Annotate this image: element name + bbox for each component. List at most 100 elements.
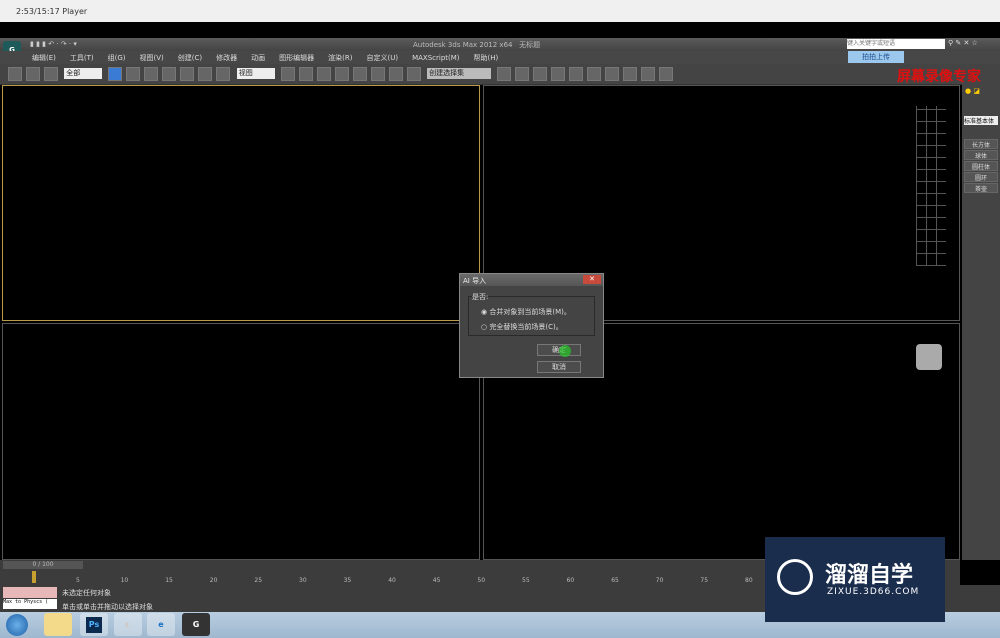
menu-animation[interactable]: 动画 xyxy=(251,53,265,63)
box-button[interactable]: 长方体 xyxy=(964,139,998,149)
cylinder-button[interactable]: 圆柱体 xyxy=(964,161,998,171)
player-title: 2:53/15:17 Player xyxy=(16,7,88,16)
scale-icon[interactable] xyxy=(216,67,231,81)
sphere-button[interactable]: 球体 xyxy=(964,150,998,160)
cursor-highlight xyxy=(559,345,571,357)
tick-label: 25 xyxy=(254,577,263,584)
infocenter-icons[interactable]: ⚲ ✎ ✕ ☆ xyxy=(948,39,978,47)
maxscript-listener[interactable] xyxy=(3,587,57,598)
menu-tools[interactable]: 工具(T) xyxy=(70,53,94,63)
viewcube-icon[interactable] xyxy=(916,344,942,370)
ai-import-dialog: AI 导入 ✕ 是否: ◉ 合并对象到当前场景(M)。 ○ 完全替换当前场景(C… xyxy=(459,273,604,378)
menu-edit[interactable]: 编辑(E) xyxy=(32,53,56,63)
torus-button[interactable]: 圆环 xyxy=(964,172,998,182)
menu-group[interactable]: 组(G) xyxy=(108,53,126,63)
tick-label: 10 xyxy=(120,577,129,584)
browser-icon[interactable]: ◐ xyxy=(114,613,142,636)
render-frame-icon[interactable] xyxy=(641,67,656,81)
select-object-icon[interactable] xyxy=(108,67,123,81)
material-editor-icon[interactable] xyxy=(605,67,620,81)
menu-rendering[interactable]: 渲染(R) xyxy=(328,53,352,63)
grid xyxy=(916,106,946,266)
time-slider[interactable]: 0 / 100 xyxy=(3,561,83,569)
schematic-icon[interactable] xyxy=(587,67,602,81)
keyboard-shortcut-icon[interactable] xyxy=(316,67,331,81)
rotate-icon[interactable] xyxy=(198,67,213,81)
menu-customize[interactable]: 自定义(U) xyxy=(366,53,398,63)
edit-named-sets-icon[interactable] xyxy=(406,67,421,81)
layer-icon[interactable] xyxy=(533,67,548,81)
menu-help[interactable]: 帮助(H) xyxy=(474,53,499,63)
frame-counter: 0 / 100 xyxy=(32,561,54,568)
curve-editor-icon[interactable] xyxy=(569,67,584,81)
tick-label: 35 xyxy=(343,577,352,584)
panel-tabs[interactable]: ● ◪ xyxy=(962,84,1000,106)
watermark-url: ZIXUE.3D66.COM xyxy=(827,587,920,597)
tick-label: 20 xyxy=(209,577,218,584)
radio-merge[interactable]: ◉ 合并对象到当前场景(M)。 xyxy=(481,307,571,317)
rect-region-icon[interactable] xyxy=(144,67,159,81)
scene-explorer-icon[interactable] xyxy=(551,67,566,81)
group-label: 是否: xyxy=(472,292,489,302)
tick-label: 70 xyxy=(655,577,664,584)
radio-replace-label: 完全替换当前场景(C)。 xyxy=(489,323,563,331)
explorer-icon[interactable] xyxy=(44,613,72,636)
menu-maxscript[interactable]: MAXScript(M) xyxy=(412,54,459,62)
radio-replace[interactable]: ○ 完全替换当前场景(C)。 xyxy=(481,322,563,332)
manipulate-icon[interactable] xyxy=(298,67,313,81)
pivot-icon[interactable] xyxy=(280,67,295,81)
percent-snap-icon[interactable] xyxy=(370,67,385,81)
move-icon[interactable] xyxy=(180,67,195,81)
tick-label: 40 xyxy=(388,577,396,584)
angle-snap-icon[interactable] xyxy=(352,67,367,81)
quick-access-icons[interactable]: ▮ ▮ ▮ ↶ · ↷ · ▾ xyxy=(30,40,77,48)
reference-coord-dropdown[interactable]: 视图 xyxy=(236,68,275,79)
unlink-icon[interactable] xyxy=(26,67,40,81)
spinner-snap-icon[interactable] xyxy=(388,67,403,81)
close-button[interactable]: ✕ xyxy=(583,275,601,284)
mirror-icon[interactable] xyxy=(497,67,512,81)
ie-icon[interactable]: e xyxy=(147,613,175,636)
tick-label: 75 xyxy=(700,577,709,584)
tick-label: 45 xyxy=(432,577,441,584)
player-title-bar: 2:53/15:17 Player xyxy=(0,0,1000,22)
render-icon[interactable] xyxy=(659,67,674,81)
menu-views[interactable]: 视图(V) xyxy=(140,53,164,63)
align-icon[interactable] xyxy=(515,67,530,81)
start-button[interactable] xyxy=(6,614,28,636)
prompt-status: 单击或单击并拖动以选择对象 xyxy=(62,603,153,611)
menu-modifiers[interactable]: 修改器 xyxy=(216,53,237,63)
document-title: 无标题 xyxy=(519,41,541,49)
time-marker[interactable] xyxy=(32,571,36,583)
viewport-left[interactable] xyxy=(2,323,480,560)
upload-button[interactable]: 拍拍上传 xyxy=(848,51,904,63)
teapot-button[interactable]: 茶壶 xyxy=(964,183,998,193)
watermark-logo: 溜溜自学 ZIXUE.3D66.COM xyxy=(765,537,945,622)
tick-label: 65 xyxy=(611,577,619,584)
snap-icon[interactable] xyxy=(334,67,349,81)
bind-space-warp-icon[interactable] xyxy=(44,67,58,81)
3dsmax-icon[interactable]: G xyxy=(182,613,210,636)
script-line[interactable]: Max to Physcs ( xyxy=(3,599,57,609)
search-input[interactable] xyxy=(847,39,945,49)
play-logo-icon xyxy=(777,559,813,595)
watermark-name: 溜溜自学 xyxy=(825,563,914,588)
named-selection-dropdown[interactable]: 创建选择集 xyxy=(427,68,492,79)
select-by-name-icon[interactable] xyxy=(126,67,141,81)
upload-label: 拍拍上传 xyxy=(862,53,890,61)
link-icon[interactable] xyxy=(8,67,22,81)
menu-graph-editors[interactable]: 图形编辑器 xyxy=(279,53,314,63)
command-panel: ● ◪ 标准基本体 长方体 球体 圆柱体 圆环 茶壶 xyxy=(962,84,1000,560)
render-setup-icon[interactable] xyxy=(623,67,638,81)
app-title-bar: G ▮ ▮ ▮ ↶ · ↷ · ▾ Autodesk 3ds Max 2012 … xyxy=(0,38,1000,59)
tick-label: 80 xyxy=(745,577,753,584)
photoshop-icon[interactable]: Ps xyxy=(86,617,102,633)
selection-filter-dropdown[interactable]: 全部 xyxy=(64,68,103,79)
menu-create[interactable]: 创建(C) xyxy=(178,53,202,63)
viewport-top[interactable] xyxy=(2,85,480,321)
window-crossing-icon[interactable] xyxy=(162,67,177,81)
tick-label: 60 xyxy=(566,577,575,584)
category-dropdown[interactable]: 标准基本体 xyxy=(964,116,998,125)
cancel-button[interactable]: 取消 xyxy=(537,361,581,373)
app-title: Autodesk 3ds Max 2012 x64 xyxy=(413,41,513,49)
